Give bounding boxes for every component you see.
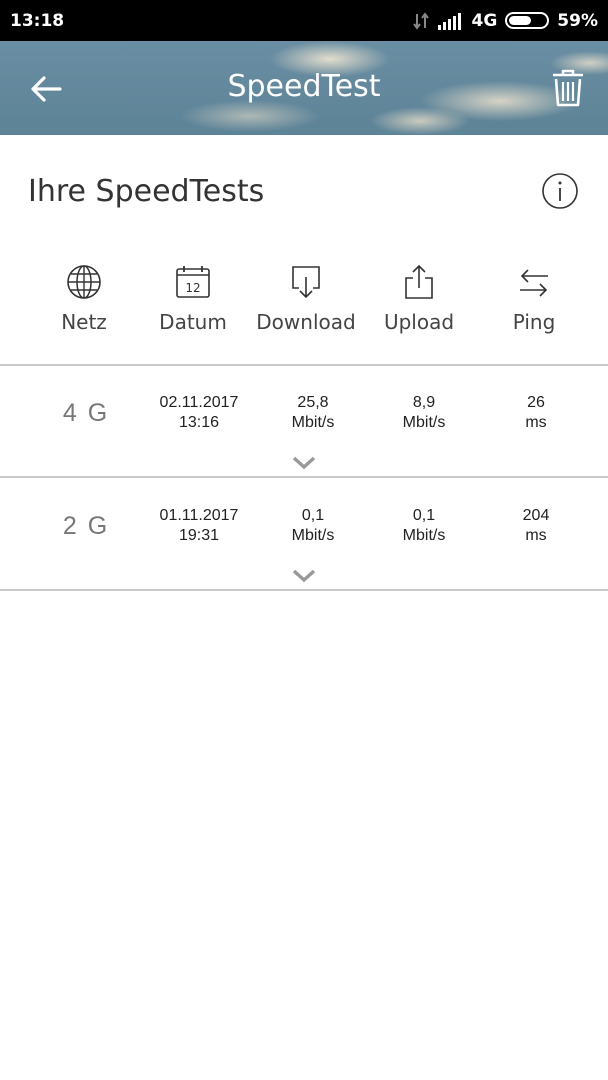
status-bar: 13:18 4G 59% xyxy=(0,0,608,41)
column-label: Ping xyxy=(512,310,556,334)
battery-icon xyxy=(505,12,550,29)
network-type: 4G xyxy=(471,10,498,31)
result-date: 01.11.2017 19:31 xyxy=(144,506,254,546)
download-value: 25,8 xyxy=(297,394,329,411)
column-label: Upload xyxy=(383,310,455,334)
upload-icon xyxy=(405,264,433,299)
download-unit: Mbit/s xyxy=(291,414,335,431)
app-bar: SpeedTest xyxy=(0,41,608,135)
result-network: 4 G xyxy=(62,399,110,427)
result-upload: 8,9 Mbit/s xyxy=(369,393,479,433)
globe-icon xyxy=(67,265,101,299)
result-upload: 0,1 Mbit/s xyxy=(369,506,479,546)
column-label: Download xyxy=(256,310,356,334)
column-label: Netz xyxy=(61,310,107,334)
ping-unit: ms xyxy=(525,527,547,544)
result-date-value: 02.11.2017 xyxy=(159,394,239,411)
result-ping: 26 ms xyxy=(481,393,591,433)
result-row[interactable]: 4 G 02.11.2017 13:16 25,8 Mbit/s 8,9 Mbi… xyxy=(0,365,608,477)
column-headers: Netz 12 Datum Download Upload Ping xyxy=(0,264,608,354)
trash-icon[interactable] xyxy=(549,68,587,108)
calendar-icon: 12 xyxy=(176,266,210,298)
status-indicators: 4G 59% xyxy=(412,10,598,31)
status-time: 13:18 xyxy=(10,10,65,31)
result-date: 02.11.2017 13:16 xyxy=(144,393,254,433)
divider xyxy=(0,589,608,591)
calendar-day: 12 xyxy=(185,281,200,295)
column-upload[interactable]: Upload xyxy=(359,264,479,334)
upload-value: 8,9 xyxy=(412,394,436,411)
result-date-value: 01.11.2017 xyxy=(159,507,239,524)
upload-unit: Mbit/s xyxy=(402,527,446,544)
upload-value: 0,1 xyxy=(412,507,436,524)
ping-value: 26 xyxy=(527,394,545,411)
upload-unit: Mbit/s xyxy=(402,414,446,431)
result-download: 0,1 Mbit/s xyxy=(258,506,368,546)
signal-icon xyxy=(437,12,461,30)
result-time-value: 13:16 xyxy=(178,414,220,431)
download-value: 0,1 xyxy=(301,507,325,524)
swap-arrows-icon xyxy=(520,269,548,297)
section-title: Ihre SpeedTests xyxy=(28,174,265,209)
result-ping: 204 ms xyxy=(481,506,591,546)
chevron-down-icon[interactable] xyxy=(292,569,316,583)
app-title: SpeedTest xyxy=(227,69,381,104)
result-network: 2 G xyxy=(62,512,110,540)
result-time-value: 19:31 xyxy=(178,527,220,544)
column-download[interactable]: Download xyxy=(246,264,366,334)
data-transfer-icon xyxy=(412,11,429,30)
ping-value: 204 xyxy=(522,507,550,524)
column-netz[interactable]: Netz xyxy=(24,264,144,334)
chevron-down-icon[interactable] xyxy=(292,456,316,470)
column-datum[interactable]: 12 Datum xyxy=(133,264,253,334)
info-icon[interactable] xyxy=(541,172,579,210)
download-unit: Mbit/s xyxy=(291,527,335,544)
battery-percent: 59% xyxy=(557,10,598,31)
download-icon xyxy=(292,266,320,299)
column-label: Datum xyxy=(159,310,227,334)
ping-unit: ms xyxy=(525,414,547,431)
result-row[interactable]: 2 G 01.11.2017 19:31 0,1 Mbit/s 0,1 Mbit… xyxy=(0,478,608,590)
column-ping[interactable]: Ping xyxy=(474,264,594,334)
result-download: 25,8 Mbit/s xyxy=(258,393,368,433)
